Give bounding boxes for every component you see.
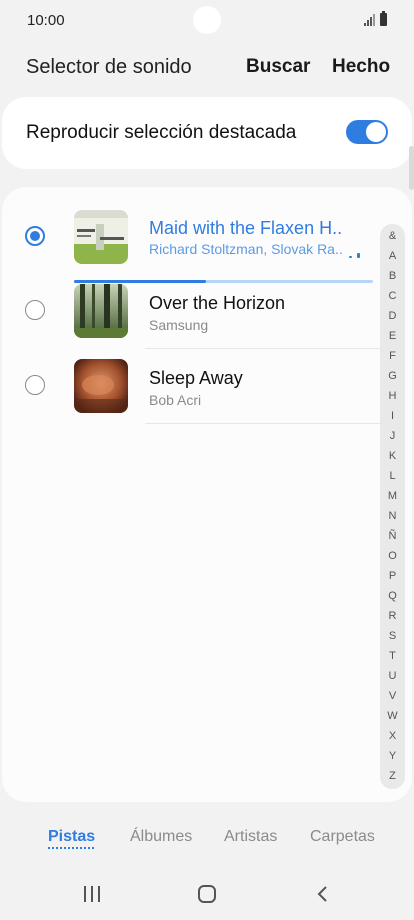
index-letter[interactable]: C (380, 290, 405, 302)
index-letter[interactable]: O (380, 550, 405, 562)
track-radio[interactable] (25, 375, 45, 395)
tab-bar: Pistas Álbumes Artistas Carpetas (0, 820, 414, 860)
index-letter[interactable]: W (380, 710, 405, 722)
tab-pistas[interactable]: Pistas (48, 828, 95, 846)
index-letter[interactable]: H (380, 390, 405, 402)
page-title: Selector de sonido (26, 56, 192, 78)
index-letter[interactable]: P (380, 570, 405, 582)
tab-albumes[interactable]: Álbumes (130, 828, 192, 846)
index-letter[interactable]: V (380, 690, 405, 702)
index-letter[interactable]: J (380, 430, 405, 442)
home-icon[interactable] (197, 884, 217, 904)
navigation-bar (0, 870, 414, 920)
track-artist: Bob Acri (149, 392, 202, 408)
back-icon[interactable] (316, 884, 330, 904)
front-camera (193, 6, 221, 34)
index-letter[interactable]: B (380, 270, 405, 282)
index-letter[interactable]: K (380, 450, 405, 462)
track-artist: Samsung (149, 317, 209, 333)
done-button[interactable]: Hecho (332, 56, 390, 78)
abstract-art-icon (74, 359, 128, 413)
index-letter[interactable]: F (380, 350, 405, 362)
index-letter[interactable]: E (380, 330, 405, 342)
track-radio[interactable] (25, 300, 45, 320)
track-title: Sleep Away (149, 368, 243, 388)
index-letter[interactable]: & (380, 230, 405, 242)
track-row[interactable]: Maid with the Flaxen H.. Richard Stoltzm… (2, 199, 382, 283)
index-letter[interactable]: M (380, 490, 405, 502)
track-row[interactable]: Over the Horizon Samsung (2, 273, 382, 347)
highlight-toggle-card: Reproducir selección destacada (2, 97, 412, 169)
highlight-toggle-switch[interactable] (346, 120, 388, 144)
signal-icon (364, 14, 375, 26)
search-button[interactable]: Buscar (246, 56, 310, 78)
album-art-icon (74, 210, 128, 264)
index-letter[interactable]: D (380, 310, 405, 322)
index-letter[interactable]: S (380, 630, 405, 642)
index-letter[interactable]: N (380, 510, 405, 522)
track-radio-selected[interactable] (25, 226, 45, 246)
status-bar: 10:00 (0, 0, 414, 42)
track-title: Maid with the Flaxen H.. (149, 218, 343, 238)
highlight-toggle-label: Reproducir selección destacada (26, 122, 297, 143)
index-letter[interactable]: Q (380, 590, 405, 602)
tab-carpetas[interactable]: Carpetas (310, 828, 375, 846)
playing-equalizer-icon (349, 252, 361, 258)
active-tab-indicator (48, 847, 94, 849)
forest-art-icon (74, 284, 128, 338)
track-artist: Richard Stoltzman, Slovak Ra.. (149, 241, 343, 257)
index-letter[interactable]: L (380, 470, 405, 482)
index-letter[interactable]: U (380, 670, 405, 682)
index-letter[interactable]: Y (380, 750, 405, 762)
scroll-indicator (409, 146, 414, 190)
index-letter[interactable]: Ñ (380, 530, 405, 542)
index-letter[interactable]: Z (380, 770, 405, 782)
index-letter[interactable]: I (380, 410, 405, 422)
track-title: Over the Horizon (149, 293, 286, 313)
index-letter[interactable]: T (380, 650, 405, 662)
tab-artistas[interactable]: Artistas (224, 828, 277, 846)
index-letter[interactable]: X (380, 730, 405, 742)
index-letter[interactable]: R (380, 610, 405, 622)
divider (145, 423, 382, 424)
top-bar: Selector de sonido Buscar Hecho (0, 48, 414, 88)
index-letter[interactable]: A (380, 250, 405, 262)
alphabet-index[interactable]: & A B C D E F G H I J K L M N Ñ O P Q R S T U V W X Y Z (380, 224, 405, 789)
index-letter[interactable]: G (380, 370, 405, 382)
track-row[interactable]: Sleep Away Bob Acri (2, 348, 382, 422)
battery-icon (380, 11, 387, 26)
switch-knob (366, 122, 386, 142)
status-time: 10:00 (27, 12, 65, 29)
recent-apps-icon[interactable] (83, 884, 101, 904)
track-list: Maid with the Flaxen H.. Richard Stoltzm… (2, 187, 412, 802)
